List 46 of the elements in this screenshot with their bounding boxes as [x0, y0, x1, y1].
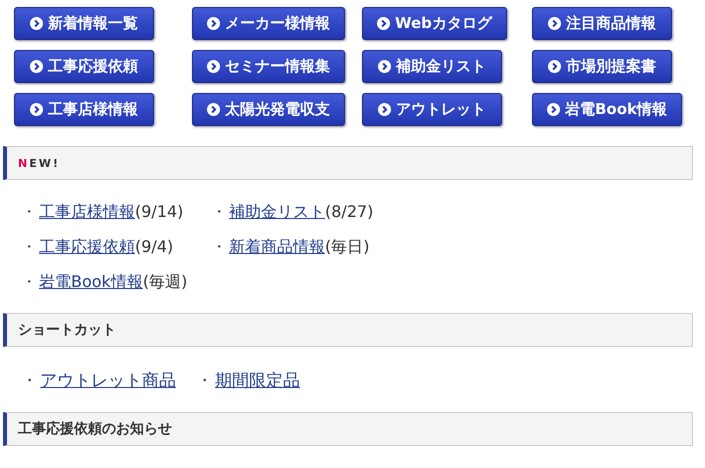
chevron-circle-icon: [30, 60, 43, 73]
date-note: (毎日): [325, 237, 370, 258]
bullet: ・: [196, 370, 214, 392]
nav-button[interactable]: 工事応援依頼: [14, 50, 154, 83]
nav-button[interactable]: Webカタログ: [362, 7, 507, 40]
section-title: ショートカット: [18, 321, 116, 339]
nav-button[interactable]: 新着情報一覧: [14, 7, 154, 40]
chevron-circle-icon: [378, 60, 391, 73]
bullet: ・: [21, 202, 38, 223]
nav-button[interactable]: 市場別提案書: [532, 50, 672, 83]
link[interactable]: 岩電Book情報: [39, 272, 143, 293]
link[interactable]: アウトレット商品: [40, 369, 176, 392]
nav-button[interactable]: 太陽光発電収支: [192, 93, 345, 126]
link[interactable]: 新着商品情報: [229, 237, 325, 258]
nav-button[interactable]: アウトレット: [362, 93, 502, 126]
link[interactable]: 期間限定品: [215, 369, 300, 392]
nav-button[interactable]: メーカー様情報: [192, 7, 345, 40]
nav-button[interactable]: 補助金リスト: [362, 50, 502, 83]
nav-button[interactable]: 岩電Book情報: [532, 93, 682, 126]
bullet: ・: [211, 202, 228, 223]
nav-button[interactable]: 注目商品情報: [532, 7, 672, 40]
chevron-circle-icon: [30, 17, 43, 30]
date-note: (9/14): [135, 202, 184, 221]
chevron-circle-icon: [377, 17, 390, 30]
date-note: (8/27): [325, 202, 374, 221]
link[interactable]: 補助金リスト: [229, 202, 325, 223]
nav-button[interactable]: 工事店様情報: [14, 93, 154, 126]
section-title: 工事応援依頼のお知らせ: [18, 420, 172, 438]
chevron-circle-icon: [548, 60, 561, 73]
link[interactable]: 工事応援依頼: [39, 237, 135, 258]
link[interactable]: 工事店様情報: [39, 202, 135, 223]
date-note: (毎週): [142, 272, 188, 293]
nav-button[interactable]: セミナー情報集: [192, 50, 345, 83]
chevron-circle-icon: [207, 17, 220, 30]
date-note: (9/4): [135, 237, 174, 256]
bullet: ・: [21, 237, 38, 258]
chevron-circle-icon: [207, 60, 220, 73]
bullet: ・: [211, 237, 228, 258]
chevron-circle-icon: [548, 17, 561, 30]
chevron-circle-icon: [30, 103, 43, 116]
bullet: ・: [21, 370, 39, 392]
chevron-circle-icon: [207, 103, 220, 116]
chevron-circle-icon: [378, 103, 391, 116]
bullet: ・: [21, 272, 38, 293]
section-title: NEW!: [18, 156, 60, 170]
chevron-circle-icon: [547, 103, 560, 116]
